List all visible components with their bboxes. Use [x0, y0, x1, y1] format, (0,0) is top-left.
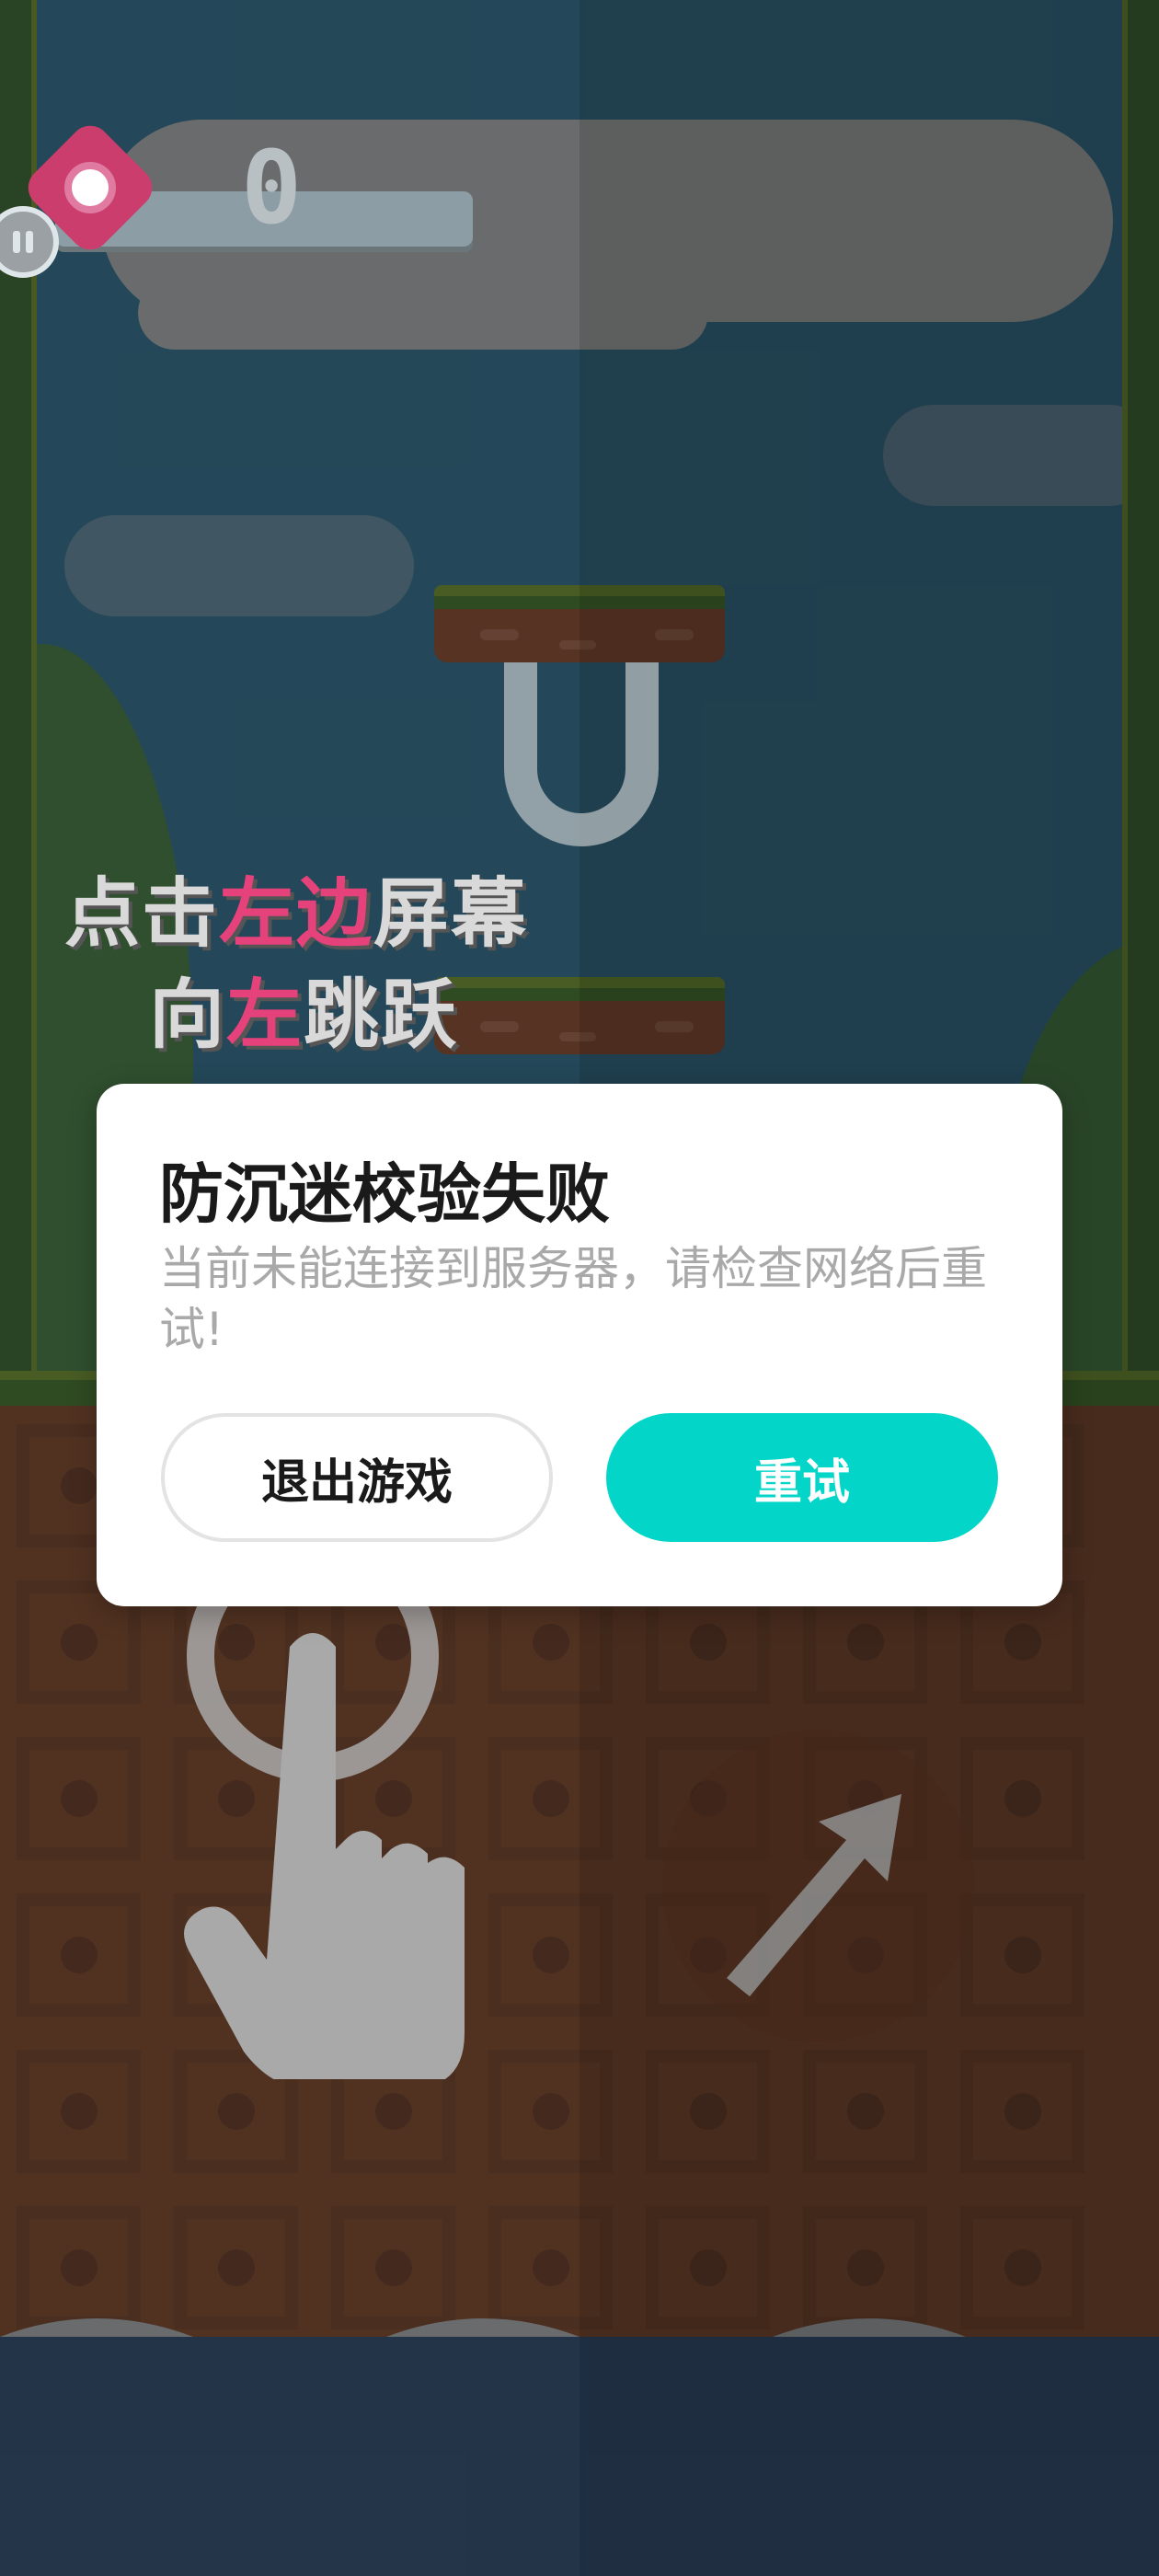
- tutorial-hint-line2: 向左跳跃: [149, 953, 458, 1063]
- arrow-up-right-icon: [727, 1794, 901, 1996]
- u-turn-arrow-icon: [504, 662, 659, 846]
- hint-highlight: 左: [226, 972, 304, 1059]
- jump-right-button[interactable]: [662, 1730, 975, 2042]
- tap-hand-icon: [184, 1564, 465, 2079]
- hint-highlight: 左边: [219, 870, 374, 958]
- anti-addiction-dialog: 防沉迷校验失败 当前未能连接到服务器，请检查网络后重试! 退出游戏 重试: [97, 1084, 1062, 1606]
- dialog-message: 当前未能连接到服务器，请检查网络后重试!: [159, 1242, 987, 1356]
- exit-game-button[interactable]: 退出游戏: [161, 1413, 553, 1542]
- score-value: 0: [241, 129, 303, 247]
- game-scene: 0 点击左边屏幕 向左跳跃 防沉迷校验失败 当前未能连接到服务器，请检查网络后重…: [0, 0, 1159, 2576]
- pause-icon: [13, 231, 20, 253]
- dialog-title: 防沉迷校验失败: [159, 1156, 610, 1232]
- hint-text: 屏幕: [373, 870, 529, 958]
- hint-text: 向: [149, 972, 227, 1059]
- hint-text: 点击: [64, 870, 220, 958]
- hint-text: 跳跃: [304, 972, 459, 1059]
- tutorial-hint-line1: 点击左边屏幕: [64, 852, 528, 961]
- retry-button[interactable]: 重试: [606, 1413, 998, 1542]
